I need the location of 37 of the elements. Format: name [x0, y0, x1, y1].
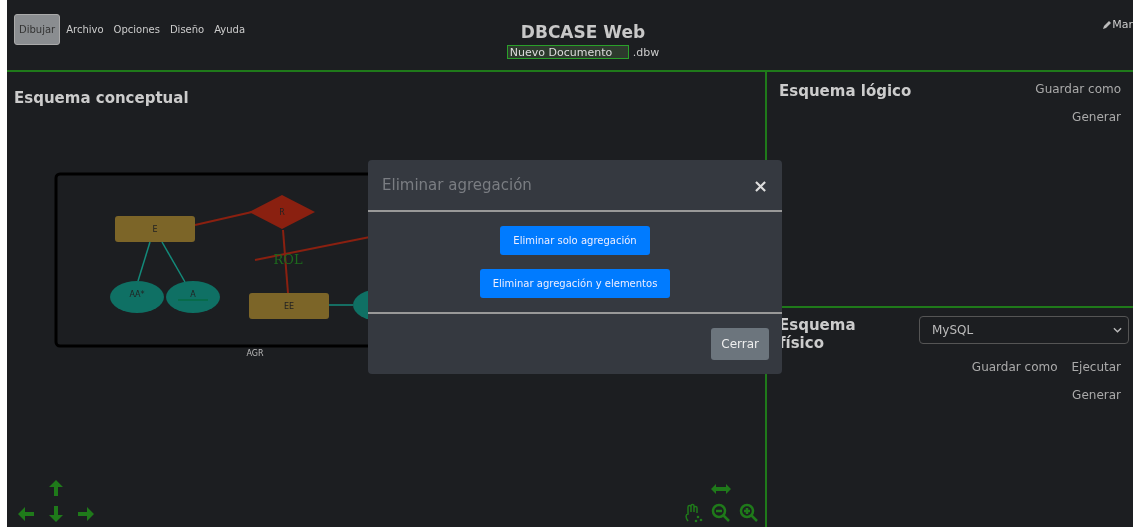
aggregation-label: AGR [246, 349, 264, 358]
file-extension: .dbw [632, 45, 660, 59]
close-button[interactable]: × [752, 174, 768, 196]
document-name-field[interactable]: Nuevo Documento [506, 45, 629, 59]
menu-item[interactable]: Diseño [165, 15, 209, 44]
app-title: DBCASE Web [520, 22, 646, 42]
close-dialog-button[interactable]: Cerrar [711, 328, 769, 360]
user-name[interactable]: Mar [1112, 18, 1133, 31]
menu-item[interactable]: Opciones [109, 15, 164, 44]
action-link[interactable]: Guardar como [971, 360, 1058, 374]
arrow-up-icon[interactable] [47, 479, 65, 497]
connector-line [137, 241, 151, 282]
arrow-right-icon[interactable] [77, 505, 95, 523]
action-link[interactable]: Generar [1072, 110, 1121, 124]
zoom-in-icon[interactable] [739, 503, 759, 523]
action-link[interactable]: Guardar como [1035, 82, 1121, 96]
chevron-down-icon [1113, 327, 1122, 333]
connector-line [328, 304, 354, 306]
menu-item[interactable]: Dibujar [14, 14, 61, 45]
menu-item[interactable]: Archivo [62, 15, 108, 44]
zoom-out-icon[interactable] [711, 503, 731, 523]
pencil-icon [1102, 19, 1113, 30]
connector-line [161, 241, 186, 283]
hand-icon[interactable] [683, 503, 703, 523]
connector-line [194, 211, 253, 226]
panel-title: Esquema lógico [779, 82, 912, 102]
option-button[interactable]: Eliminar solo agregación [500, 226, 650, 255]
resize-horizontal-icon[interactable] [710, 483, 732, 495]
action-link[interactable]: Ejecutar [1071, 360, 1121, 374]
arrow-down-icon[interactable] [47, 505, 65, 523]
menu-item[interactable]: Ayuda [210, 15, 250, 44]
engine-select[interactable]: MySQL [919, 316, 1129, 344]
dialog-title: Eliminar agregación [382, 176, 532, 194]
arrow-left-icon[interactable] [17, 505, 35, 523]
option-button[interactable]: Eliminar agregación y elementos [479, 269, 671, 298]
action-link[interactable]: Generar [1072, 388, 1121, 402]
panel-title: Esquema conceptual [14, 89, 189, 107]
